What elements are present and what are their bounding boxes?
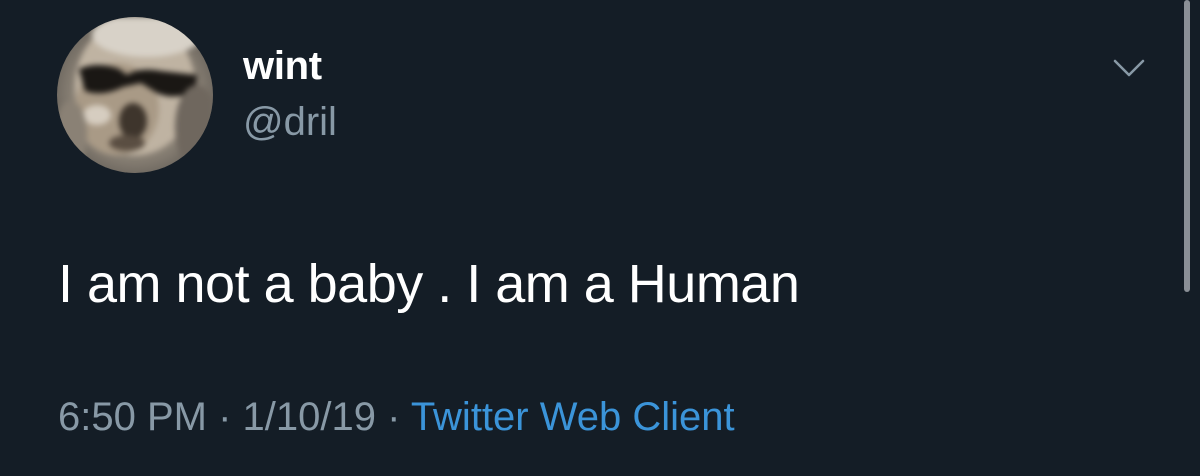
tweet-meta: 6:50 PM · 1/10/19 · Twitter Web Client <box>58 392 735 442</box>
author-display-name[interactable]: wint <box>243 41 322 91</box>
tweet-time[interactable]: 6:50 PM <box>58 395 207 439</box>
tweet-text: I am not a baby . I am a Human <box>58 254 800 314</box>
author-handle[interactable]: @dril <box>243 97 337 147</box>
meta-separator: · <box>206 395 243 439</box>
scrollbar[interactable] <box>1184 0 1190 292</box>
meta-separator: · <box>375 395 411 439</box>
tweet-date[interactable]: 1/10/19 <box>243 395 376 439</box>
avatar[interactable] <box>57 17 213 173</box>
avatar-image <box>57 17 213 169</box>
tweet-source-link[interactable]: Twitter Web Client <box>411 395 735 439</box>
tweet: wint @dril I am not a baby . I am a Huma… <box>0 0 1200 476</box>
chevron-down-icon[interactable] <box>1112 56 1146 80</box>
